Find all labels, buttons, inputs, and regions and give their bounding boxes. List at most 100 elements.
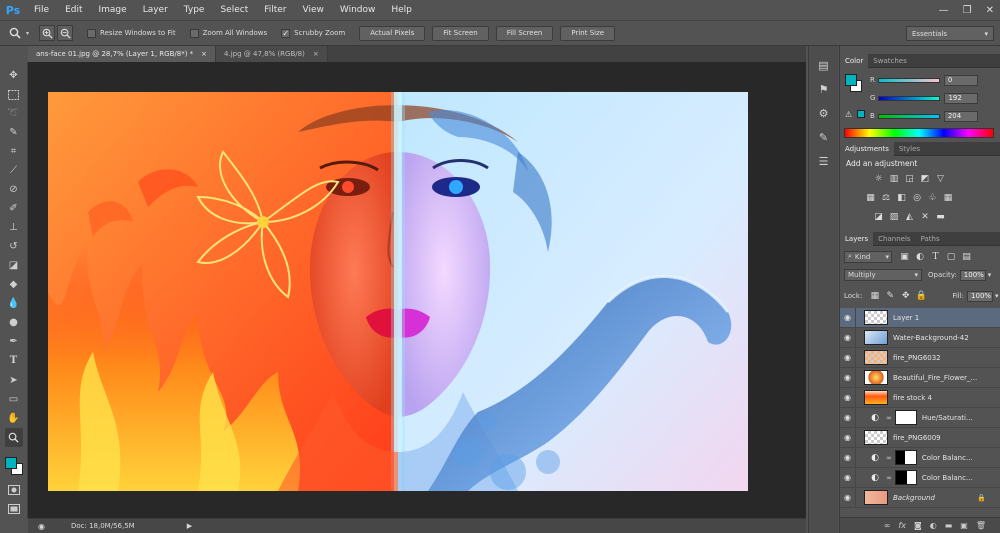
layer-row-background[interactable]: ◉ Background 🔒 [840,487,1000,508]
zoom-in-icon[interactable] [39,25,56,41]
link-layers-icon[interactable]: ∞ [884,521,891,530]
lock-position-icon[interactable]: ✥ [899,291,912,302]
history-panel-icon[interactable]: ▤ [815,56,833,74]
delete-layer-icon[interactable]: 🗑 [976,521,986,530]
tab-paths[interactable]: Paths [916,232,945,246]
tab-adjustments[interactable]: Adjustments [840,141,894,156]
new-group-icon[interactable]: ▬ [945,521,953,530]
filter-smart-object-icon[interactable]: ▤ [960,251,973,262]
canvas-area[interactable] [28,62,806,518]
layer-row-fire-png6009[interactable]: ◉ fire_PNG6009 [840,427,1000,448]
actions-panel-icon[interactable]: ⚑ [815,80,833,98]
eye-icon[interactable]: ◉ [840,387,856,408]
layer-row-color-balance-2[interactable]: ◉ ◐ ∞ Color Balanc... [840,467,1000,488]
layer-row-hue-saturation[interactable]: ◉ ◐ ∞ Hue/Saturati... [840,407,1000,428]
print-size-button[interactable]: Print Size [560,25,616,41]
rectangle-tool-icon[interactable]: ▭ [5,390,23,409]
restore-button[interactable]: ❐ [963,5,972,16]
history-brush-tool-icon[interactable]: ↺ [5,237,23,256]
threshold-icon[interactable]: ◭ [903,211,916,222]
color-lookup-icon[interactable]: ▦ [942,192,955,203]
eye-icon[interactable]: ◉ [840,447,856,468]
quick-mask-icon[interactable] [5,480,23,499]
layer-name[interactable]: Water-Background-42 [893,334,969,342]
paint-bucket-tool-icon[interactable]: ◆ [5,275,23,294]
exposure-icon[interactable]: ◩ [919,173,932,184]
layer-mask-thumbnail[interactable] [894,470,917,485]
marquee-tool-icon[interactable] [5,85,23,104]
selective-color-icon[interactable]: ✕ [919,211,932,222]
color-swatches[interactable] [3,453,25,478]
opacity-chevron-icon[interactable]: ▾ [988,271,992,279]
color-spectrum-ramp[interactable] [844,128,994,138]
healing-brush-tool-icon[interactable]: ⊘ [5,180,23,199]
color-panel-foreground-top[interactable] [845,74,857,86]
lock-pixels-icon[interactable]: ✎ [884,291,897,302]
layer-row-water-background[interactable]: ◉ Water-Background-42 [840,327,1000,348]
eye-icon[interactable]: ◉ [840,327,856,348]
menu-help[interactable]: Help [383,0,420,20]
menu-layer[interactable]: Layer [135,0,176,20]
lock-all-icon[interactable]: 🔒 [915,291,928,302]
lock-transparent-icon[interactable]: ▦ [868,291,881,302]
dodge-tool-icon[interactable]: ● [5,313,23,332]
zoom-out-icon[interactable] [57,25,74,41]
tab-swatches[interactable]: Swatches [868,54,911,68]
document-canvas[interactable] [48,92,748,491]
blue-slider[interactable] [877,113,940,119]
eyedropper-tool-icon[interactable]: ⟋ [5,161,23,180]
layer-name[interactable]: Background [893,494,935,502]
scrubby-zoom-option[interactable]: ✓ Scrubby Zoom [281,28,345,38]
blur-tool-icon[interactable]: 💧 [5,294,23,313]
menu-file[interactable]: File [26,0,57,20]
filter-adjustment-icon[interactable]: ◐ [914,251,927,262]
layer-row-color-balance-1[interactable]: ◉ ◐ ∞ Color Balanc... [840,447,1000,468]
tab-layers[interactable]: Layers [840,231,874,246]
layer-name[interactable]: fire stock 4 [893,394,932,402]
photo-filter-icon[interactable]: ◎ [911,192,924,203]
scrubby-zoom-checkbox[interactable]: ✓ [281,28,291,38]
move-tool-icon[interactable]: ✥ [5,66,23,85]
filter-pixel-icon[interactable]: ▣ [898,251,911,262]
pen-tool-icon[interactable]: ✒ [5,332,23,351]
fill-screen-button[interactable]: Fill Screen [495,25,554,41]
black-white-icon[interactable]: ◧ [895,192,908,203]
path-selection-tool-icon[interactable]: ➤ [5,371,23,390]
brightness-contrast-icon[interactable]: ☼ [872,173,885,184]
curves-icon[interactable]: ◲ [903,173,916,184]
gradient-map-icon[interactable]: ▬ [934,211,947,222]
kind-filter-select[interactable]: ⌕ Kind ▾ [844,250,892,263]
color-balance-icon[interactable]: ⚖ [880,192,893,203]
filter-shape-icon[interactable]: ▢ [945,251,958,262]
eye-icon[interactable]: ◉ [840,367,856,388]
menu-image[interactable]: Image [91,0,135,20]
layer-name[interactable]: Color Balanc... [922,474,973,482]
clone-stamp-tool-icon[interactable]: ⊥ [5,218,23,237]
fill-chevron-icon[interactable]: ▾ [995,292,999,300]
status-options-icon[interactable]: ◉ [38,522,45,531]
hue-saturation-icon[interactable]: ▦ [864,192,877,203]
green-value-input[interactable]: 192 [944,92,979,104]
layer-name[interactable]: fire_PNG6032 [893,354,941,362]
menu-type[interactable]: Type [176,0,213,20]
brush-panel-icon[interactable]: ✎ [815,128,833,146]
fill-input[interactable]: 100% [967,290,994,302]
layer-row-fire-png6032[interactable]: ◉ fire_PNG6032 [840,347,1000,368]
crop-tool-icon[interactable]: ⌗ [5,142,23,161]
minimize-button[interactable]: — [939,5,949,16]
screen-mode-icon[interactable] [5,499,23,518]
add-mask-icon[interactable]: ◙ [914,521,922,530]
invert-icon[interactable]: ◪ [872,211,885,222]
fit-screen-button[interactable]: Fit Screen [432,25,489,41]
tool-preset-chevron-icon[interactable]: ▾ [26,30,29,37]
new-layer-icon[interactable]: ▣ [960,521,968,530]
resize-windows-option[interactable]: Resize Windows to Fit [87,28,176,38]
tab-document-1[interactable]: ans-face 01.jpg @ 28,7% (Layer 1, RGB/8*… [28,46,217,62]
red-slider[interactable] [877,77,940,83]
layer-mask-thumbnail[interactable] [894,410,917,425]
red-value-input[interactable]: 0 [943,74,978,86]
websafe-swatch[interactable] [857,110,865,118]
layer-name[interactable]: Beautiful_Fire_Flower_... [893,374,977,382]
layer-name[interactable]: fire_PNG6009 [893,434,941,442]
zoom-all-checkbox[interactable] [189,28,199,38]
